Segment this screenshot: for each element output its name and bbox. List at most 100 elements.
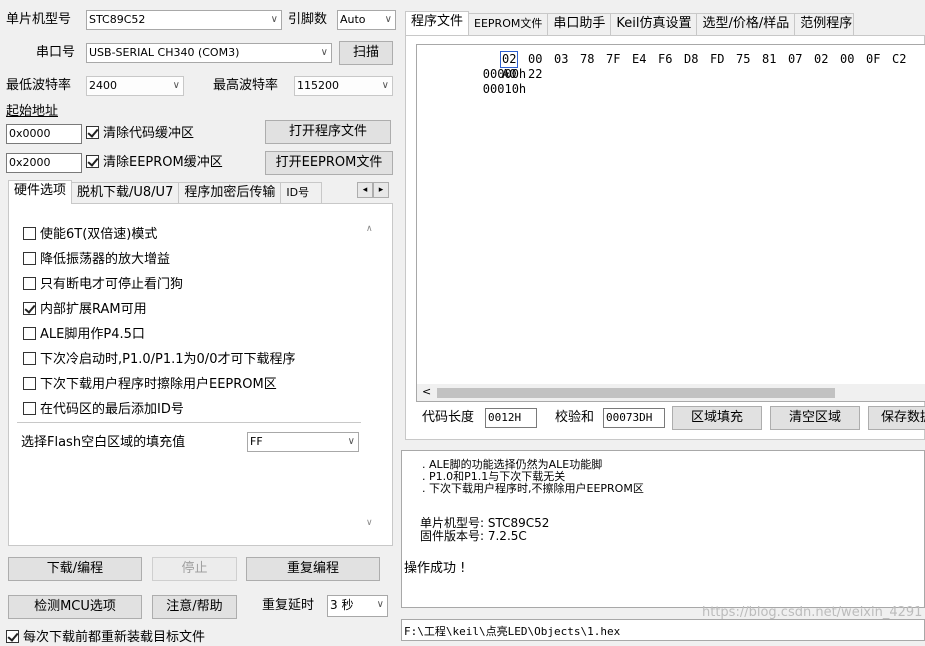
- scan-button[interactable]: 扫描: [339, 41, 393, 65]
- checkbox-box: [23, 302, 36, 315]
- stop-button[interactable]: 停止: [152, 557, 237, 581]
- hex-byte[interactable]: 7F: [605, 52, 621, 67]
- hex-byte[interactable]: 00: [839, 52, 855, 67]
- tab-hardware-options[interactable]: 硬件选项: [8, 180, 73, 204]
- scroll-down-icon[interactable]: ∨: [366, 518, 373, 528]
- code-address-input[interactable]: 0x0000: [6, 124, 82, 144]
- open-program-file-button[interactable]: 打开程序文件: [265, 120, 391, 144]
- checkbox-box: [23, 252, 36, 265]
- scrollbar-thumb[interactable]: [437, 388, 835, 398]
- checkbox-box: [23, 227, 36, 240]
- pin-count-label: 引脚数: [288, 12, 328, 27]
- code-length-field: 0012H: [485, 408, 537, 428]
- checkbox-label: 清除EEPROM缓冲区: [103, 155, 223, 170]
- hex-byte[interactable]: F6: [657, 52, 673, 67]
- option-cold-boot[interactable]: 下次冷启动时,P1.0/P1.1为0/0才可下载程序: [23, 348, 295, 367]
- clear-eeprom-buffer-checkbox[interactable]: 清除EEPROM缓冲区: [86, 155, 223, 171]
- checkbox-label: 每次下载前都重新装载目标文件: [23, 630, 206, 645]
- left-tab-bar: 硬件选项 脱机下载/U8/U7 程序加密后传输 ID号: [8, 180, 323, 204]
- fill-region-button[interactable]: 区域填充: [672, 406, 762, 430]
- checksum-label: 校验和: [555, 410, 595, 425]
- option-reduce-gain[interactable]: 降低振荡器的放大增益: [23, 248, 170, 267]
- hex-byte[interactable]: D8: [683, 52, 699, 67]
- hex-byte[interactable]: E4: [631, 52, 647, 67]
- option-label: 在代码区的最后添加ID号: [40, 402, 184, 417]
- check-mcu-options-button[interactable]: 检测MCU选项: [8, 595, 142, 619]
- tab-serial-assistant[interactable]: 串口助手: [547, 13, 612, 35]
- mcu-model-value: STC89C52: [89, 13, 146, 26]
- option-label: 使能6T(双倍速)模式: [40, 227, 158, 242]
- flash-fill-value: FF: [250, 435, 263, 448]
- save-data-button[interactable]: 保存数据: [868, 406, 925, 430]
- checkbox-box: [23, 277, 36, 290]
- max-baud-label: 最高波特率: [213, 78, 279, 93]
- hex-byte[interactable]: 07: [787, 52, 803, 67]
- hex-byte[interactable]: 03: [553, 52, 569, 67]
- hex-byte[interactable]: 00: [527, 52, 543, 67]
- checkbox-box: [23, 402, 36, 415]
- tab-encrypted-transfer[interactable]: 程序加密后传输: [178, 182, 282, 204]
- checkbox-box: [86, 155, 99, 168]
- log-line: . 下次下载用户程序时,不擦除用户EEPROM区: [422, 482, 644, 495]
- chevron-down-icon: ∨: [270, 14, 278, 25]
- clear-region-button[interactable]: 清空区域: [770, 406, 860, 430]
- min-baud-select[interactable]: 2400 ∨: [86, 76, 184, 96]
- tab-id-number[interactable]: ID号: [280, 182, 323, 204]
- com-port-select[interactable]: USB-SERIAL CH340 (COM3) ∨: [86, 43, 332, 63]
- tab-eeprom-file[interactable]: EEPROM文件: [468, 13, 549, 35]
- hex-viewer[interactable]: 00000h 02 00 03 78 7F E4 F6 D8 FD 75 81 07 02 00 0F C2 …: [416, 44, 925, 402]
- option-label: 内部扩展RAM可用: [40, 302, 147, 317]
- reprogram-button[interactable]: 重复编程: [246, 557, 380, 581]
- min-baud-value: 2400: [89, 79, 117, 92]
- hex-byte[interactable]: 22: [527, 67, 543, 82]
- flash-fill-label: 选择Flash空白区域的填充值: [21, 435, 186, 450]
- hex-byte[interactable]: 02: [499, 51, 519, 68]
- flash-fill-select[interactable]: FF ∨: [247, 432, 359, 452]
- com-port-label: 串口号: [36, 45, 76, 60]
- hex-byte[interactable]: 0F: [865, 52, 881, 67]
- com-port-value: USB-SERIAL CH340 (COM3): [89, 46, 240, 59]
- scroll-left-icon[interactable]: <: [422, 385, 431, 398]
- hex-byte[interactable]: 81: [761, 52, 777, 67]
- tab-keil-simulation[interactable]: Keil仿真设置: [610, 13, 698, 35]
- option-erase-eeprom[interactable]: 下次下载用户程序时擦除用户EEPROM区: [23, 373, 277, 392]
- clear-code-buffer-checkbox[interactable]: 清除代码缓冲区: [86, 126, 194, 142]
- chevron-down-icon: ∨: [320, 47, 328, 58]
- option-ale-pin[interactable]: ALE脚用作P4.5口: [23, 323, 145, 342]
- checkbox-box: [23, 327, 36, 340]
- eeprom-address-input[interactable]: 0x2000: [6, 153, 82, 173]
- hex-byte[interactable]: 78: [579, 52, 595, 67]
- option-6t-mode[interactable]: 使能6T(双倍速)模式: [23, 223, 157, 242]
- option-watchdog[interactable]: 只有断电才可停止看门狗: [23, 273, 183, 292]
- tab-sample-programs[interactable]: 范例程序: [794, 13, 855, 35]
- log-firmware-version: 固件版本号: 7.2.5C: [420, 529, 527, 543]
- download-program-button[interactable]: 下载/编程: [8, 557, 142, 581]
- horizontal-scrollbar[interactable]: <: [417, 384, 925, 401]
- divider: [17, 422, 361, 423]
- tab-program-file[interactable]: 程序文件: [405, 11, 470, 35]
- help-button[interactable]: 注意/帮助: [152, 595, 237, 619]
- hex-byte[interactable]: FD: [709, 52, 725, 67]
- tab-selection-price[interactable]: 选型/价格/样品: [696, 13, 796, 35]
- checkbox-box: [23, 377, 36, 390]
- checkbox-box: [23, 352, 36, 365]
- pin-count-select[interactable]: Auto ∨: [337, 10, 396, 30]
- open-eeprom-file-button[interactable]: 打开EEPROM文件: [265, 151, 393, 175]
- tab-scroll-left-icon[interactable]: ◂: [357, 182, 373, 198]
- log-output[interactable]: . ALE脚的功能选择仍然为ALE功能脚 . P1.0和P1.1与下次下载无关 …: [401, 450, 925, 608]
- hex-byte[interactable]: 75: [735, 52, 751, 67]
- repeat-delay-select[interactable]: 3 秒 ∨: [327, 595, 388, 617]
- scroll-up-icon[interactable]: ∧: [366, 224, 373, 234]
- tab-scroll-right-icon[interactable]: ▸: [373, 182, 389, 198]
- hex-byte[interactable]: A0: [501, 67, 517, 82]
- option-label: ALE脚用作P4.5口: [40, 327, 145, 342]
- hex-byte[interactable]: C2: [891, 52, 907, 67]
- option-label: 只有断电才可停止看门狗: [40, 277, 184, 292]
- tab-offline-download[interactable]: 脱机下载/U8/U7: [71, 182, 180, 204]
- option-internal-ram[interactable]: 内部扩展RAM可用: [23, 298, 147, 317]
- option-add-id[interactable]: 在代码区的最后添加ID号: [23, 398, 184, 417]
- checksum-field: 00073DH: [603, 408, 665, 428]
- mcu-model-select[interactable]: STC89C52 ∨: [86, 10, 282, 30]
- hex-byte[interactable]: 02: [813, 52, 829, 67]
- max-baud-select[interactable]: 115200 ∨: [294, 76, 393, 96]
